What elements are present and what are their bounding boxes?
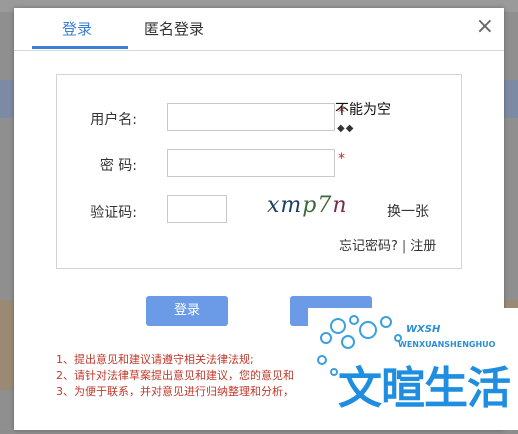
username-error-message: 不能为空 [335,102,391,118]
account-links: 忘记密码? | 注册 [339,235,436,254]
notice-item: 3、为便于联系，并对意见进行归纳整理和分析， [56,385,294,398]
dialog-tab-bar: 登录 匿名登录 × [14,8,504,51]
register-link[interactable]: 注册 [410,239,436,254]
active-tab-indicator [32,46,128,49]
password-required-mark: * [338,151,345,167]
close-icon[interactable]: × [476,16,494,38]
forgot-password-link[interactable]: 忘记密码? [339,239,398,254]
password-label: 密 码: [99,158,137,174]
login-button[interactable]: 登录 [146,296,228,326]
tab-anonymous-login[interactable]: 匿名登录 [144,18,204,39]
svg-text:WXSH: WXSH [406,324,441,335]
watermark-logo: WXSH WENXUANSHENGHUO 文暄生活 [308,308,518,430]
login-form: 用户名: * 不能为空 ◆◆ 密 码: * 验证码: xmp7n 换一张 忘记密… [56,74,462,269]
captcha-input[interactable] [167,195,227,223]
captcha-image[interactable]: xmp7n [267,193,348,218]
notice-item: 1、提出意见和建议请遵守相关法律法规; [56,353,254,366]
password-input[interactable] [167,149,335,177]
notice-list: 1、提出意见和建议请遵守相关法律法规; 2、请针对法律草案提出意见和建议，您的意… [56,352,294,400]
watermark-chinese: 文暄生活 [338,363,511,414]
captcha-label: 验证码: [90,205,137,221]
tab-login[interactable]: 登录 [62,18,92,39]
link-separator: | [401,239,407,254]
notice-item: 2、请针对法律草案提出意见和建议，您的意见和 [56,369,294,382]
username-label: 用户名: [90,112,137,128]
username-input[interactable] [167,103,335,131]
error-diamond-icon: ◆◆ [337,123,355,134]
watermark-latin: WENXUANSHENGHUO [398,340,496,349]
swap-captcha-link[interactable]: 换一张 [387,201,429,221]
